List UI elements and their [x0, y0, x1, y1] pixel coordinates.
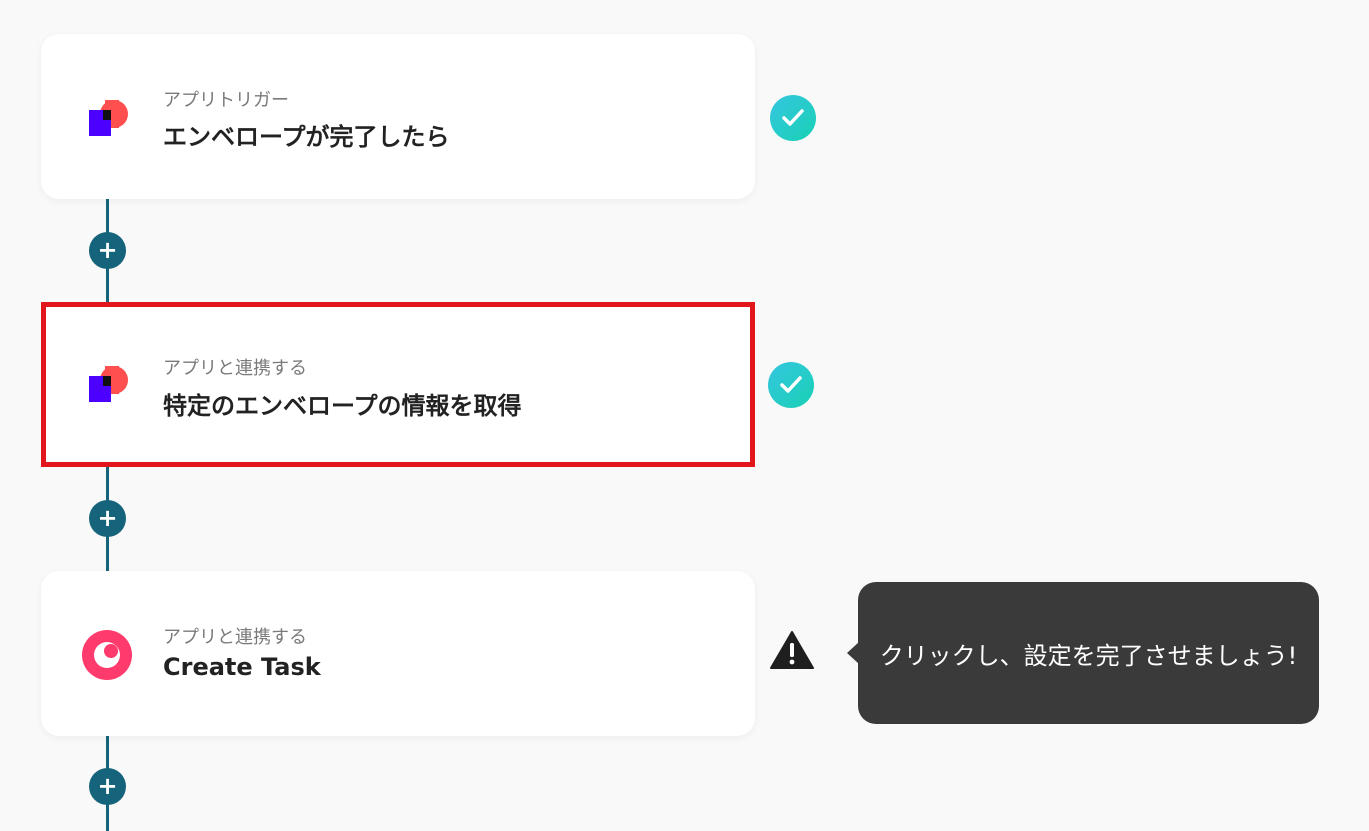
docusign-icon — [89, 366, 128, 402]
step-kind-label: アプリと連携する — [163, 358, 307, 379]
add-step-button[interactable]: + — [89, 768, 126, 805]
add-step-button[interactable]: + — [89, 232, 126, 269]
add-step-button[interactable]: + — [89, 500, 126, 537]
flow-step-card-create-task[interactable]: アプリと連携する Create Task — [41, 571, 755, 736]
step-kind-label: アプリと連携する — [163, 627, 307, 648]
plus-icon: + — [97, 235, 118, 264]
plus-icon: + — [97, 503, 118, 532]
setup-hint-tooltip: クリックし、設定を完了させましょう! — [847, 582, 1319, 724]
tooltip-text: クリックし、設定を完了させましょう! — [879, 641, 1298, 670]
check-circle-icon — [770, 95, 816, 141]
flow-step-card-trigger[interactable]: アプリトリガー エンベロープが完了したら — [41, 34, 755, 199]
check-circle-icon — [768, 362, 814, 408]
task-app-icon — [82, 630, 132, 680]
docusign-icon — [89, 100, 128, 136]
plus-icon: + — [97, 771, 118, 800]
step-title: 特定のエンベロープの情報を取得 — [163, 392, 522, 420]
step-title: Create Task — [163, 653, 321, 681]
flow-step-card-get-envelope[interactable]: アプリと連携する 特定のエンベロープの情報を取得 — [41, 302, 755, 467]
warning-icon — [770, 631, 814, 669]
step-title: エンベロープが完了したら — [163, 123, 450, 151]
step-kind-label: アプリトリガー — [163, 90, 289, 111]
